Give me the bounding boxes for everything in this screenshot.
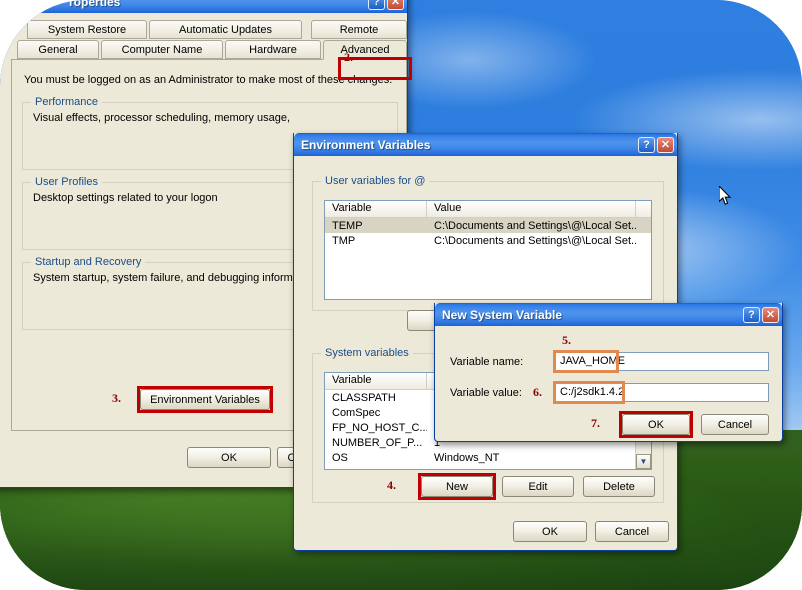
new-system-variable-button[interactable]: New <box>421 476 493 497</box>
cell-variable: ComSpec <box>332 406 381 419</box>
annotation-5: 5. <box>562 333 571 347</box>
user-profiles-group-title: User Profiles <box>31 176 102 188</box>
cell-value: Windows_NT <box>434 451 500 464</box>
close-icon[interactable]: ✕ <box>387 0 404 10</box>
environment-variables-title-buttons: ? ✕ <box>638 136 674 153</box>
tab-general[interactable]: General <box>17 40 99 59</box>
tab-advanced[interactable]: Advanced <box>323 40 407 60</box>
system-properties-titlebar[interactable]: roperties ? ✕ <box>0 0 407 13</box>
column-header-variable[interactable]: Variable <box>325 201 427 217</box>
system-properties-ok-button[interactable]: OK <box>187 447 271 468</box>
startup-recovery-group-title: Startup and Recovery <box>31 256 146 268</box>
new-system-variable-titlebar[interactable]: New System Variable ? ✕ <box>435 303 782 326</box>
user-variables-header: Variable Value <box>325 201 651 218</box>
variable-value-input[interactable]: C:/j2sdk1.4.2 <box>555 383 769 402</box>
variable-value-label: Variable value: <box>450 387 522 399</box>
cell-value: C:\Documents and Settings\@\Local Set... <box>434 219 636 232</box>
environment-variables-title: Environment Variables <box>301 137 431 152</box>
desktop-frame: roperties ? ✕ System Restore Automatic U… <box>0 0 802 590</box>
mouse-pointer <box>719 186 732 205</box>
environment-variables-button-label: Environment Variables <box>150 393 260 406</box>
new-system-variable-title-buttons: ? ✕ <box>743 306 779 323</box>
user-variables-group-title: User variables for @ <box>321 175 430 187</box>
column-header-variable[interactable]: Variable <box>325 373 427 389</box>
cell-variable: TEMP <box>332 219 363 232</box>
help-icon[interactable]: ? <box>743 306 760 323</box>
delete-button-label: Delete <box>603 480 635 493</box>
new-system-variable-title: New System Variable <box>442 307 563 322</box>
performance-group-title: Performance <box>31 96 102 108</box>
cell-variable: TMP <box>332 234 356 247</box>
ok-label: OK <box>648 418 664 431</box>
annotation-4: 4. <box>387 478 396 492</box>
tab-label: Hardware <box>249 43 297 56</box>
tab-label: Computer Name <box>121 43 203 56</box>
new-system-variable-cancel-button[interactable]: Cancel <box>701 414 769 435</box>
cell-variable: OS <box>332 451 348 464</box>
system-properties-title: roperties <box>69 0 121 9</box>
table-row[interactable]: TEMP C:\Documents and Settings\@\Local S… <box>325 218 651 233</box>
annotation-7: 7. <box>591 416 600 430</box>
new-system-variable-ok-button[interactable]: OK <box>622 414 690 435</box>
variable-value-value: C:/j2sdk1.4.2 <box>560 386 625 398</box>
environment-variables-cancel-button[interactable]: Cancel <box>595 521 669 542</box>
annotation-6: 6. <box>533 385 542 399</box>
ok-label: OK <box>542 525 558 538</box>
variable-name-input[interactable]: JAVA_HOME <box>555 352 769 371</box>
administrator-notice: You must be logged on as an Administrato… <box>24 74 393 86</box>
table-row[interactable]: TMP C:\Documents and Settings\@\Local Se… <box>325 233 651 248</box>
tab-system-restore[interactable]: System Restore <box>27 20 147 39</box>
edit-button-label: Edit <box>528 480 548 493</box>
cell-variable: FP_NO_HOST_C... <box>332 421 427 434</box>
environment-variables-ok-button[interactable]: OK <box>513 521 587 542</box>
cell-variable: NUMBER_OF_P... <box>332 436 423 449</box>
annotation-2: 2. <box>344 50 353 64</box>
ok-label: OK <box>221 451 237 464</box>
help-icon[interactable]: ? <box>368 0 385 10</box>
table-row[interactable]: OS Windows_NT <box>325 450 651 465</box>
tab-automatic-updates[interactable]: Automatic Updates <box>149 20 302 39</box>
help-icon[interactable]: ? <box>638 136 655 153</box>
cell-value: C:\Documents and Settings\@\Local Set... <box>434 234 636 247</box>
tab-label: General <box>38 43 78 56</box>
tab-label: Automatic Updates <box>179 23 272 36</box>
tab-computer-name[interactable]: Computer Name <box>101 40 223 59</box>
variable-name-value: JAVA_HOME <box>560 355 625 367</box>
close-icon[interactable]: ✕ <box>657 136 674 153</box>
new-system-variable-dialog: New System Variable ? ✕ Variable name: J… <box>434 303 783 442</box>
cell-variable: CLASSPATH <box>332 391 396 404</box>
tab-remote[interactable]: Remote <box>311 20 407 39</box>
environment-variables-button[interactable]: Environment Variables <box>140 389 270 410</box>
scroll-down-icon[interactable]: ▼ <box>636 454 651 469</box>
new-button-label: New <box>445 480 468 493</box>
system-variables-group-title: System variables <box>321 347 413 359</box>
tab-label: System Restore <box>47 23 127 36</box>
system-properties-title-buttons: ? ✕ <box>368 0 404 10</box>
user-variables-list[interactable]: Variable Value TEMP C:\Documents and Set… <box>324 200 652 300</box>
cancel-label: Cancel <box>717 418 753 431</box>
cancel-label: Cancel <box>614 525 650 538</box>
delete-system-variable-button[interactable]: Delete <box>583 476 655 497</box>
edit-system-variable-button[interactable]: Edit <box>502 476 574 497</box>
close-icon[interactable]: ✕ <box>762 306 779 323</box>
tab-label: Remote <box>339 23 379 36</box>
column-header-value[interactable]: Value <box>427 201 636 217</box>
environment-variables-titlebar[interactable]: Environment Variables ? ✕ <box>294 133 677 156</box>
tab-hardware[interactable]: Hardware <box>225 40 321 59</box>
annotation-3: 3. <box>112 391 121 405</box>
variable-name-label: Variable name: <box>450 356 524 368</box>
